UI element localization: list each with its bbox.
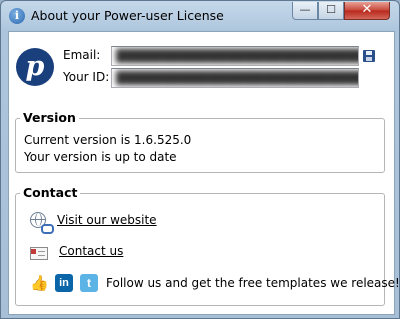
save-button[interactable] xyxy=(361,46,377,66)
your-id-field[interactable]: ██████████████████████████████jk xyxy=(111,68,359,88)
website-row: Visit our website xyxy=(30,210,157,234)
email-value: ████████████████████████████████ xyxy=(116,49,358,63)
dialog-content: p Email: ███████████████████████████████… xyxy=(8,31,400,315)
version-title: Version xyxy=(20,110,79,125)
version-status-text: Your version is up to date xyxy=(24,150,177,164)
close-button[interactable]: ✕ xyxy=(344,2,390,20)
mail-icon xyxy=(30,245,48,260)
twitter-icon[interactable]: t xyxy=(80,274,98,292)
social-row: 👍 in t Follow us and get the free templa… xyxy=(30,273,400,293)
window-title: About your Power-user License xyxy=(31,8,224,23)
minimize-button[interactable]: — xyxy=(292,2,318,20)
facebook-like-icon[interactable]: 👍 xyxy=(30,274,49,292)
floppy-disk-icon xyxy=(363,50,375,62)
your-id-value: ██████████████████████████████jk xyxy=(116,71,358,85)
current-version-text: Current version is 1.6.525.0 xyxy=(24,133,192,147)
your-id-label: Your ID: xyxy=(63,70,110,84)
contact-group: Contact Visit our website Contact us 👍 i… xyxy=(15,185,400,306)
email-field[interactable]: ████████████████████████████████ xyxy=(111,46,359,66)
version-group: Version Current version is 1.6.525.0 You… xyxy=(15,110,385,173)
contact-us-link[interactable]: Contact us xyxy=(59,244,123,258)
contact-title: Contact xyxy=(20,185,81,200)
info-icon: i xyxy=(9,8,25,24)
visit-website-link[interactable]: Visit our website xyxy=(57,213,157,227)
globe-link-icon xyxy=(30,212,54,234)
maximize-button[interactable]: ☐ xyxy=(318,2,344,20)
contact-row: Contact us xyxy=(30,241,123,261)
title-bar[interactable]: i About your Power-user License — ☐ ✕ xyxy=(1,1,399,31)
follow-us-text: Follow us and get the free templates we … xyxy=(106,276,400,290)
linkedin-icon[interactable]: in xyxy=(55,274,73,292)
link-chain-icon xyxy=(41,224,54,234)
email-label: Email: xyxy=(63,48,101,62)
about-window: i About your Power-user License — ☐ ✕ p … xyxy=(0,0,400,319)
power-user-logo: p xyxy=(16,48,54,86)
